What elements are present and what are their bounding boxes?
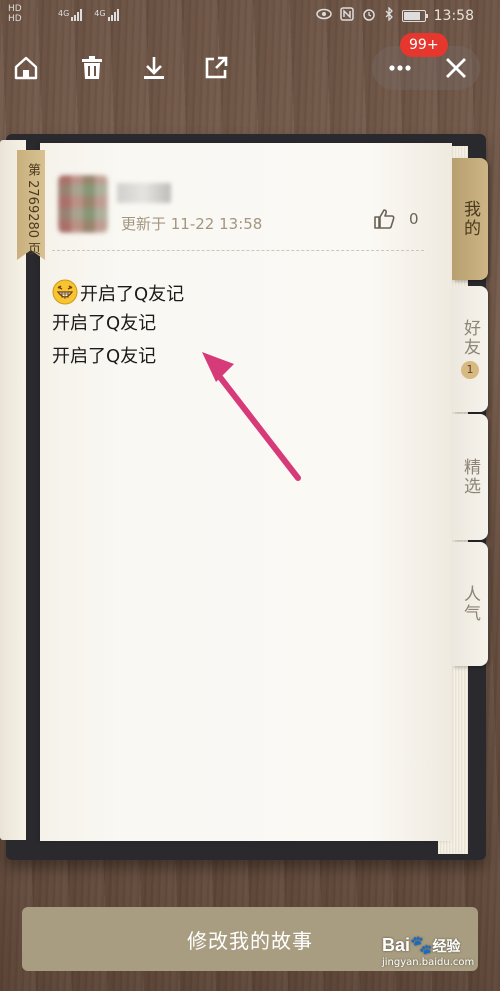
username-blurred [117,183,171,203]
like-button[interactable]: 0 [373,208,419,230]
updated-time: 更新于 11-22 13:58 [121,215,263,233]
tab-friends[interactable]: 好友 1 [452,286,488,412]
download-button[interactable] [136,50,172,86]
page-number: 第 2769280 页 [25,163,40,256]
watermark-logo: Bai🐾经验 [382,935,461,955]
share-button[interactable] [198,50,234,86]
tab-popular-label: 人气 [460,585,480,623]
home-icon [14,56,38,80]
hd-indicators: HD HD [8,4,22,24]
tab-popular[interactable]: 人气 [452,542,488,666]
hd-label-top: HD [8,4,22,14]
note-line-1: 开启了Q友记 [52,279,184,306]
nfc-icon [339,7,354,25]
note-page [40,143,452,841]
alarm-icon [362,7,376,25]
watermark-url: jingyan.baidu.com [382,957,475,968]
tab-friends-badge: 1 [461,361,479,379]
avatar-blur [59,176,107,232]
network-type-1: 4G [58,9,70,18]
status-time: 13:58 [433,8,474,24]
delete-button[interactable] [74,50,110,86]
header-divider [52,250,424,251]
annotation-arrow-icon [202,352,301,481]
like-count: 0 [409,210,419,228]
watermark-logo-a: Bai [382,935,411,955]
notification-badge: 99+ [400,33,448,57]
tab-featured[interactable]: 精选 [452,414,488,540]
signal-indicators: 4G 4G [58,9,119,21]
baidu-watermark: Bai🐾经验 jingyan.baidu.com [382,935,474,968]
home-button[interactable] [8,50,44,86]
note-line-2: 开启了Q友记 [52,313,157,334]
status-bar: HD HD 4G 4G 13:58 [0,0,500,34]
bluetooth-icon [384,6,394,25]
signal-icon-2 [107,9,119,21]
more-icon [389,65,411,71]
note-line-text-1: 开启了Q友记 [80,284,185,305]
close-button[interactable] [438,50,474,86]
status-right: 13:58 [315,6,474,25]
network-type-2: 4G [94,9,106,18]
thumbs-up-icon [374,209,395,229]
download-icon [144,57,164,79]
grinning-emoji-icon [52,279,78,305]
close-icon [446,58,466,78]
note-line-3: 开启了Q友记 [52,346,157,367]
battery-icon [401,10,428,22]
tab-mine-label: 我的 [460,200,480,238]
eye-icon [315,8,332,24]
trash-icon [82,56,102,79]
hd-label-bottom: HD [8,14,22,24]
tab-mine[interactable]: 我的 [452,158,488,280]
watermark-logo-b: 经验 [432,938,461,954]
tab-featured-label: 精选 [460,458,480,496]
tab-friends-label: 好友 [460,319,480,357]
share-icon [205,56,228,79]
signal-icon [71,9,83,21]
